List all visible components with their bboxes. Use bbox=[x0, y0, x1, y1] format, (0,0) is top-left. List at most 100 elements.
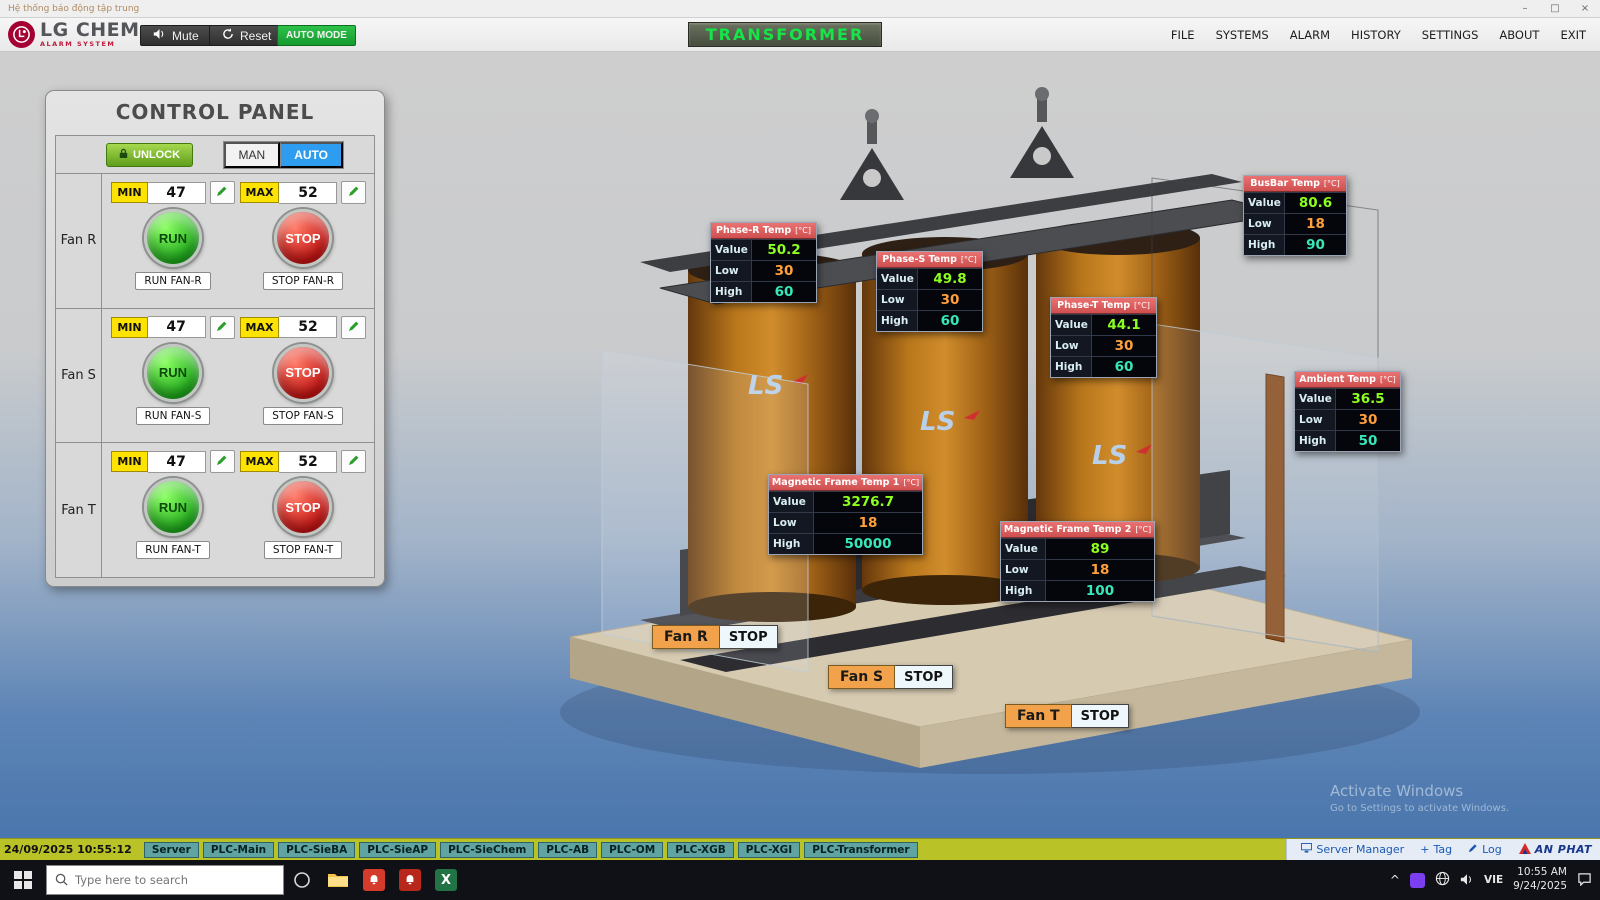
app-window: Hệ thống báo động tập trung – □ × LG CHE… bbox=[0, 0, 1600, 900]
stop-fan-r-button[interactable]: STOP bbox=[274, 209, 332, 267]
notification-center-icon[interactable] bbox=[1577, 871, 1592, 890]
high-label: High bbox=[1244, 235, 1284, 255]
edit-min-button[interactable] bbox=[210, 450, 235, 473]
plc-tab-xgi[interactable]: PLC-XGI bbox=[738, 842, 800, 858]
alarm-app-icon-2[interactable] bbox=[392, 860, 428, 900]
language-indicator[interactable]: VIE bbox=[1484, 874, 1503, 886]
plc-tab-transformer[interactable]: PLC-Transformer bbox=[804, 842, 917, 858]
close-button[interactable]: × bbox=[1570, 0, 1600, 17]
server-manager-link[interactable]: Server Manager bbox=[1301, 843, 1404, 856]
run-caption: RUN FAN-T bbox=[136, 541, 210, 559]
fan-chip-name: Fan T bbox=[1005, 704, 1072, 728]
high-limit: 50 bbox=[1335, 431, 1400, 451]
panel-title: Ambient Temp bbox=[1299, 374, 1376, 385]
file-explorer-icon[interactable] bbox=[320, 860, 356, 900]
menu-exit[interactable]: EXIT bbox=[1560, 28, 1586, 42]
network-icon[interactable] bbox=[1435, 871, 1450, 890]
panel-unit: [°C] bbox=[1135, 525, 1151, 534]
low-label: Low bbox=[1244, 214, 1284, 234]
menu-about[interactable]: ABOUT bbox=[1499, 28, 1539, 42]
auto-mode-toggle-button[interactable]: AUTO bbox=[280, 142, 343, 168]
high-label: High bbox=[769, 534, 813, 554]
plc-tab-main[interactable]: PLC-Main bbox=[203, 842, 274, 858]
run-fan-r-button[interactable]: RUN bbox=[144, 209, 202, 267]
max-label: MAX bbox=[240, 317, 280, 338]
value-reading: 49.8 bbox=[917, 269, 982, 289]
low-limit: 30 bbox=[1091, 336, 1156, 356]
high-limit: 60 bbox=[1091, 357, 1156, 377]
value-label: Value bbox=[1051, 315, 1091, 335]
max-label: MAX bbox=[240, 451, 280, 472]
minimize-button[interactable]: – bbox=[1510, 0, 1540, 17]
edit-min-button[interactable] bbox=[210, 316, 235, 339]
min-value: 47 bbox=[148, 182, 206, 204]
min-label: MIN bbox=[111, 182, 147, 203]
edit-max-button[interactable] bbox=[341, 316, 366, 339]
tag-link[interactable]: + Tag bbox=[1420, 843, 1452, 856]
menu-systems[interactable]: SYSTEMS bbox=[1216, 28, 1269, 42]
plus-icon: + bbox=[1420, 843, 1429, 856]
menu-settings[interactable]: SETTINGS bbox=[1422, 28, 1479, 42]
tray-app-icon[interactable] bbox=[1410, 873, 1425, 888]
windows-logo-icon bbox=[14, 871, 32, 889]
an-phat-logo: AN PHAT bbox=[1518, 840, 1592, 859]
plc-tab-sieap[interactable]: PLC-SieAP bbox=[359, 842, 436, 858]
pencil-icon bbox=[348, 454, 360, 469]
fan-name-label: Fan R bbox=[56, 174, 102, 308]
low-label: Low bbox=[711, 261, 751, 281]
reset-button[interactable]: Reset bbox=[209, 25, 284, 46]
min-label: MIN bbox=[111, 317, 147, 338]
taskbar-clock[interactable]: 10:55 AM 9/24/2025 bbox=[1513, 866, 1567, 893]
low-limit: 30 bbox=[751, 261, 816, 281]
low-limit: 30 bbox=[917, 290, 982, 310]
auto-mode-button[interactable]: AUTO MODE bbox=[277, 25, 356, 46]
value-reading: 44.1 bbox=[1091, 315, 1156, 335]
high-label: High bbox=[1001, 581, 1045, 601]
menu-file[interactable]: FILE bbox=[1171, 28, 1195, 42]
plc-tab-ab[interactable]: PLC-AB bbox=[538, 842, 597, 858]
panel-title: Phase-T Temp bbox=[1057, 300, 1130, 311]
stop-fan-s-button[interactable]: STOP bbox=[274, 344, 332, 402]
alarm-app-icon[interactable] bbox=[356, 860, 392, 900]
cortana-icon[interactable] bbox=[284, 860, 320, 900]
run-caption: RUN FAN-R bbox=[135, 272, 210, 290]
start-button[interactable] bbox=[0, 860, 46, 900]
show-hidden-icons-chevron[interactable]: ^ bbox=[1390, 873, 1400, 887]
server-manager-icon bbox=[1301, 843, 1312, 856]
unlock-button[interactable]: UNLOCK bbox=[106, 143, 193, 167]
plc-tab-sieba[interactable]: PLC-SieBA bbox=[278, 842, 355, 858]
main-menu: FILE SYSTEMS ALARM HISTORY SETTINGS ABOU… bbox=[1171, 18, 1586, 51]
run-fan-s-button[interactable]: RUN bbox=[144, 344, 202, 402]
maximize-button[interactable]: □ bbox=[1540, 0, 1570, 17]
edit-max-button[interactable] bbox=[341, 181, 366, 204]
panel-unit: [°C] bbox=[795, 226, 811, 235]
value-reading: 50.2 bbox=[751, 240, 816, 260]
fan-row-r: Fan R MIN 47 RUN RUN FAN-R bbox=[56, 174, 374, 309]
speaker-icon bbox=[153, 28, 166, 43]
value-label: Value bbox=[877, 269, 917, 289]
status-bar: 24/09/2025 10:55:12 Server PLC-Main PLC-… bbox=[0, 838, 1600, 860]
menu-alarm[interactable]: ALARM bbox=[1290, 28, 1330, 42]
low-label: Low bbox=[769, 513, 813, 533]
server-tab[interactable]: Server bbox=[144, 842, 199, 858]
menu-history[interactable]: HISTORY bbox=[1351, 28, 1401, 42]
high-label: High bbox=[711, 282, 751, 302]
volume-icon[interactable] bbox=[1460, 871, 1474, 890]
edit-min-button[interactable] bbox=[210, 181, 235, 204]
plc-tab-siechem[interactable]: PLC-SieChem bbox=[440, 842, 534, 858]
run-fan-t-button[interactable]: RUN bbox=[144, 478, 202, 536]
mute-button[interactable]: Mute bbox=[140, 25, 212, 46]
stop-fan-t-button[interactable]: STOP bbox=[274, 478, 332, 536]
excel-icon[interactable]: X bbox=[428, 860, 464, 900]
fan-status-badge: STOP bbox=[895, 665, 953, 689]
low-limit: 18 bbox=[813, 513, 922, 533]
plc-tab-om[interactable]: PLC-OM bbox=[601, 842, 663, 858]
edit-max-button[interactable] bbox=[341, 450, 366, 473]
high-limit: 100 bbox=[1045, 581, 1154, 601]
fan-chip-name: Fan S bbox=[828, 665, 895, 689]
search-input[interactable] bbox=[75, 873, 275, 887]
man-mode-button[interactable]: MAN bbox=[224, 142, 281, 168]
log-link[interactable]: Log bbox=[1468, 843, 1502, 856]
taskbar-search[interactable] bbox=[46, 865, 284, 895]
plc-tab-xgb[interactable]: PLC-XGB bbox=[667, 842, 734, 858]
